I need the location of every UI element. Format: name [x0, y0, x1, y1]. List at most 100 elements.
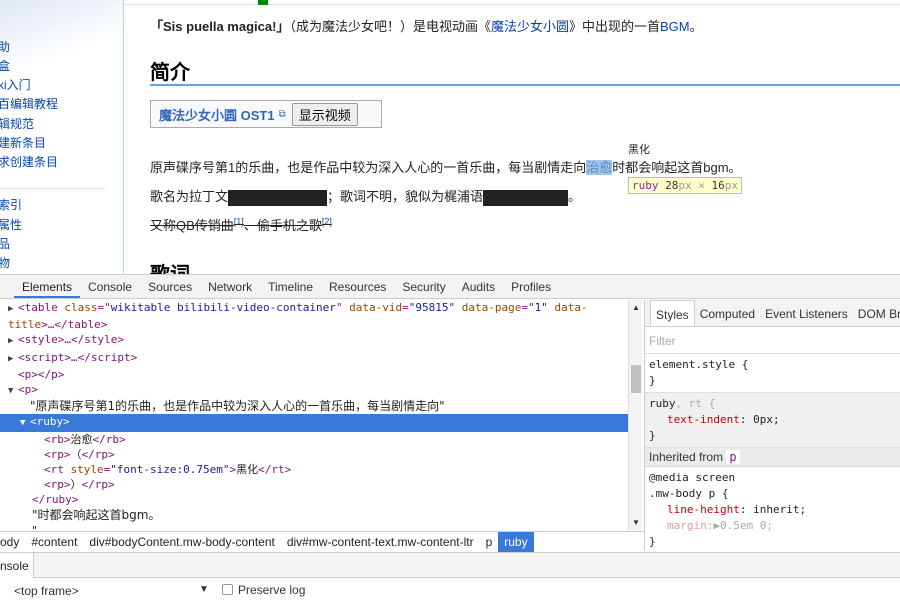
breadcrumb-item-active[interactable]: ruby: [498, 531, 534, 552]
tooltip-height: 16: [711, 179, 725, 192]
green-marker: [258, 0, 268, 5]
collapse-triangle-icon[interactable]: ▼: [20, 416, 30, 431]
tab-resources[interactable]: Resources: [321, 275, 394, 298]
dom-scrollbar[interactable]: ▲ ▼: [628, 300, 642, 530]
text: 原声碟序号第1的乐曲，也是作品中较为深入人心的一首乐曲，每当剧情走向: [150, 160, 587, 175]
scroll-thumb[interactable]: [631, 365, 641, 393]
tab-profiles[interactable]: Profiles: [503, 275, 559, 298]
expand-triangle-icon[interactable]: ▶: [8, 352, 18, 367]
text: 歌名为拉丁文: [150, 189, 229, 204]
sidebar-item[interactable]: 辑规范: [0, 115, 34, 132]
breadcrumb-item[interactable]: div#bodyContent.mw-body-content: [83, 532, 280, 552]
dom-node-p[interactable]: ▼ <p>: [0, 382, 628, 399]
video-box: 魔法少女小圆 OST1 ⧉ 显示视频: [150, 100, 382, 128]
rule-element-style[interactable]: element.style {}: [645, 354, 900, 393]
dom-node-rb[interactable]: <rb>治愈</rb>: [0, 432, 628, 447]
dom-text-node[interactable]: ": [0, 523, 628, 530]
tooltip-width: 28: [665, 179, 679, 192]
ruby-base-highlighted: 治愈: [586, 160, 613, 175]
tab-computed[interactable]: Computed: [695, 300, 760, 326]
devtools-panel: Elements Console Sources Network Timelin…: [0, 274, 900, 600]
text: （成为魔法少女吧！）是电视动画《: [289, 19, 491, 34]
styles-filter-input[interactable]: Filter: [645, 327, 900, 354]
tab-audits[interactable]: Audits: [454, 275, 503, 298]
anime-link[interactable]: 魔法少女小圆: [491, 19, 569, 34]
dom-node-script[interactable]: ▶ <script>…</script>: [0, 350, 628, 367]
scroll-down-icon[interactable]: ▼: [632, 518, 640, 527]
breadcrumb-item[interactable]: div#mw-content-text.mw-content-ltr: [281, 532, 480, 552]
rule-ruby-rt[interactable]: ruby, rt {text-indent: 0px;}: [645, 393, 900, 448]
sidebar: 助 盒 ki入门 百编辑教程 辑规范 建新条目 求创建条目 索引 属性 品 物: [0, 0, 124, 274]
bgm-link[interactable]: BGM: [660, 19, 690, 34]
paragraph-1: 原声碟序号第1的乐曲，也是作品中较为深入人心的一首乐曲，每当剧情走向治愈时都会响…: [150, 157, 742, 176]
frame-selector[interactable]: <top frame>: [14, 584, 79, 598]
paragraph-2: 歌名为拉丁文 ；歌词不明，貌似为梶浦语 。: [150, 186, 581, 206]
intro-paragraph: 「Sis puella magica!」（成为魔法少女吧！）是电视动画《魔法少女…: [150, 16, 703, 35]
inherited-tag-link[interactable]: p: [726, 450, 740, 464]
text: 时都会响起这首bgm。: [612, 160, 742, 175]
rule-mw-body-p[interactable]: @media screen .mw-body p {line-height: in…: [645, 467, 900, 554]
tab-event-listeners[interactable]: Event Listeners: [760, 300, 853, 326]
dom-node-p-empty[interactable]: <p></p>: [0, 367, 628, 382]
breadcrumb-item[interactable]: #content: [25, 532, 83, 552]
sidebar-item[interactable]: 百编辑教程: [0, 95, 58, 112]
dom-text-node[interactable]: "原声碟序号第1的乐曲，也是作品中较为深入人心的一首乐曲，每当剧情走向": [0, 399, 628, 414]
dom-node-rp[interactable]: <rp>）</rp>: [0, 477, 628, 492]
text: 。: [689, 19, 703, 34]
sidebar-item[interactable]: 品: [0, 235, 10, 252]
tab-styles[interactable]: Styles: [650, 300, 695, 326]
tab-security[interactable]: Security: [394, 275, 453, 298]
sidebar-item[interactable]: 盒: [0, 57, 10, 74]
ruby-annotation: 黑化: [628, 144, 650, 156]
heading-underline: [150, 84, 900, 86]
show-video-button[interactable]: 显示视频: [291, 102, 358, 126]
reference-link[interactable]: [1]: [234, 217, 244, 227]
dom-node-rt[interactable]: <rt style="font-size:0.75em">黑化</rt>: [0, 462, 628, 477]
sidebar-item[interactable]: 物: [0, 254, 10, 271]
tab-console[interactable]: Console: [80, 275, 140, 298]
tooltip-unit: px: [678, 179, 692, 192]
divider: [0, 188, 105, 189]
sidebar-tabs: Styles Computed Event Listeners DOM Br: [645, 300, 900, 327]
preserve-log-checkbox[interactable]: [222, 584, 233, 595]
sidebar-item[interactable]: ki入门: [0, 76, 31, 93]
dom-node-rp[interactable]: <rp>（</rp>: [0, 447, 628, 462]
tooltip-unit: px: [724, 179, 738, 192]
breadcrumb-item[interactable]: p: [480, 532, 499, 552]
text: 》中出现的一首: [568, 19, 660, 34]
drawer-tabs: nsole: [0, 552, 900, 578]
sidebar-item[interactable]: 助: [0, 38, 10, 55]
tab-timeline[interactable]: Timeline: [260, 275, 321, 298]
dropdown-arrow-icon[interactable]: ▼: [199, 584, 209, 595]
tab-network[interactable]: Network: [200, 275, 260, 298]
paragraph-3: 又称QB传销曲[1]、偷手机之歌[2]: [150, 215, 332, 234]
sidebar-item[interactable]: 属性: [0, 216, 22, 233]
drawer-tab-console[interactable]: nsole: [0, 553, 34, 578]
dom-text-node[interactable]: "时都会响起这首bgm。: [0, 508, 628, 523]
dom-node-ruby-close[interactable]: </ruby>: [0, 492, 628, 507]
dom-node-ruby-selected[interactable]: ▼ <ruby>: [0, 414, 628, 432]
sidebar-item[interactable]: 求创建条目: [0, 153, 58, 170]
tooltip-times: ×: [698, 179, 705, 192]
collapse-triangle-icon[interactable]: ▼: [8, 384, 18, 399]
blackout-spoiler[interactable]: [228, 189, 328, 206]
devtools-tabs: Elements Console Sources Network Timelin…: [0, 275, 900, 299]
breadcrumb-item[interactable]: ody: [0, 532, 25, 552]
sidebar-item[interactable]: 索引: [0, 196, 22, 213]
expand-triangle-icon[interactable]: ▶: [8, 334, 18, 349]
dom-node-table[interactable]: ▶ <table class="wikitable bilibili-video-…: [0, 300, 628, 317]
expand-triangle-icon[interactable]: ▶: [8, 302, 18, 317]
tab-elements[interactable]: Elements: [14, 275, 81, 298]
tab-sources[interactable]: Sources: [140, 275, 200, 298]
blackout-spoiler[interactable]: [483, 189, 569, 206]
sidebar-item[interactable]: 建新条目: [0, 134, 46, 151]
section-heading: 歌词: [150, 262, 190, 274]
text: ；歌词不明，貌似为梶浦语: [327, 189, 484, 204]
dom-node-style[interactable]: ▶ <style>…</style>: [0, 332, 628, 349]
scroll-up-icon[interactable]: ▲: [632, 303, 640, 312]
console-toolbar: <top frame> ▼ Preserve log: [0, 579, 900, 601]
reference-link[interactable]: [2]: [322, 217, 332, 227]
dom-node-table-cont[interactable]: title>…</table>: [0, 317, 628, 332]
tab-dom-breakpoints[interactable]: DOM Br: [853, 300, 900, 326]
video-title-link[interactable]: 魔法少女小圆 OST1: [159, 105, 275, 124]
